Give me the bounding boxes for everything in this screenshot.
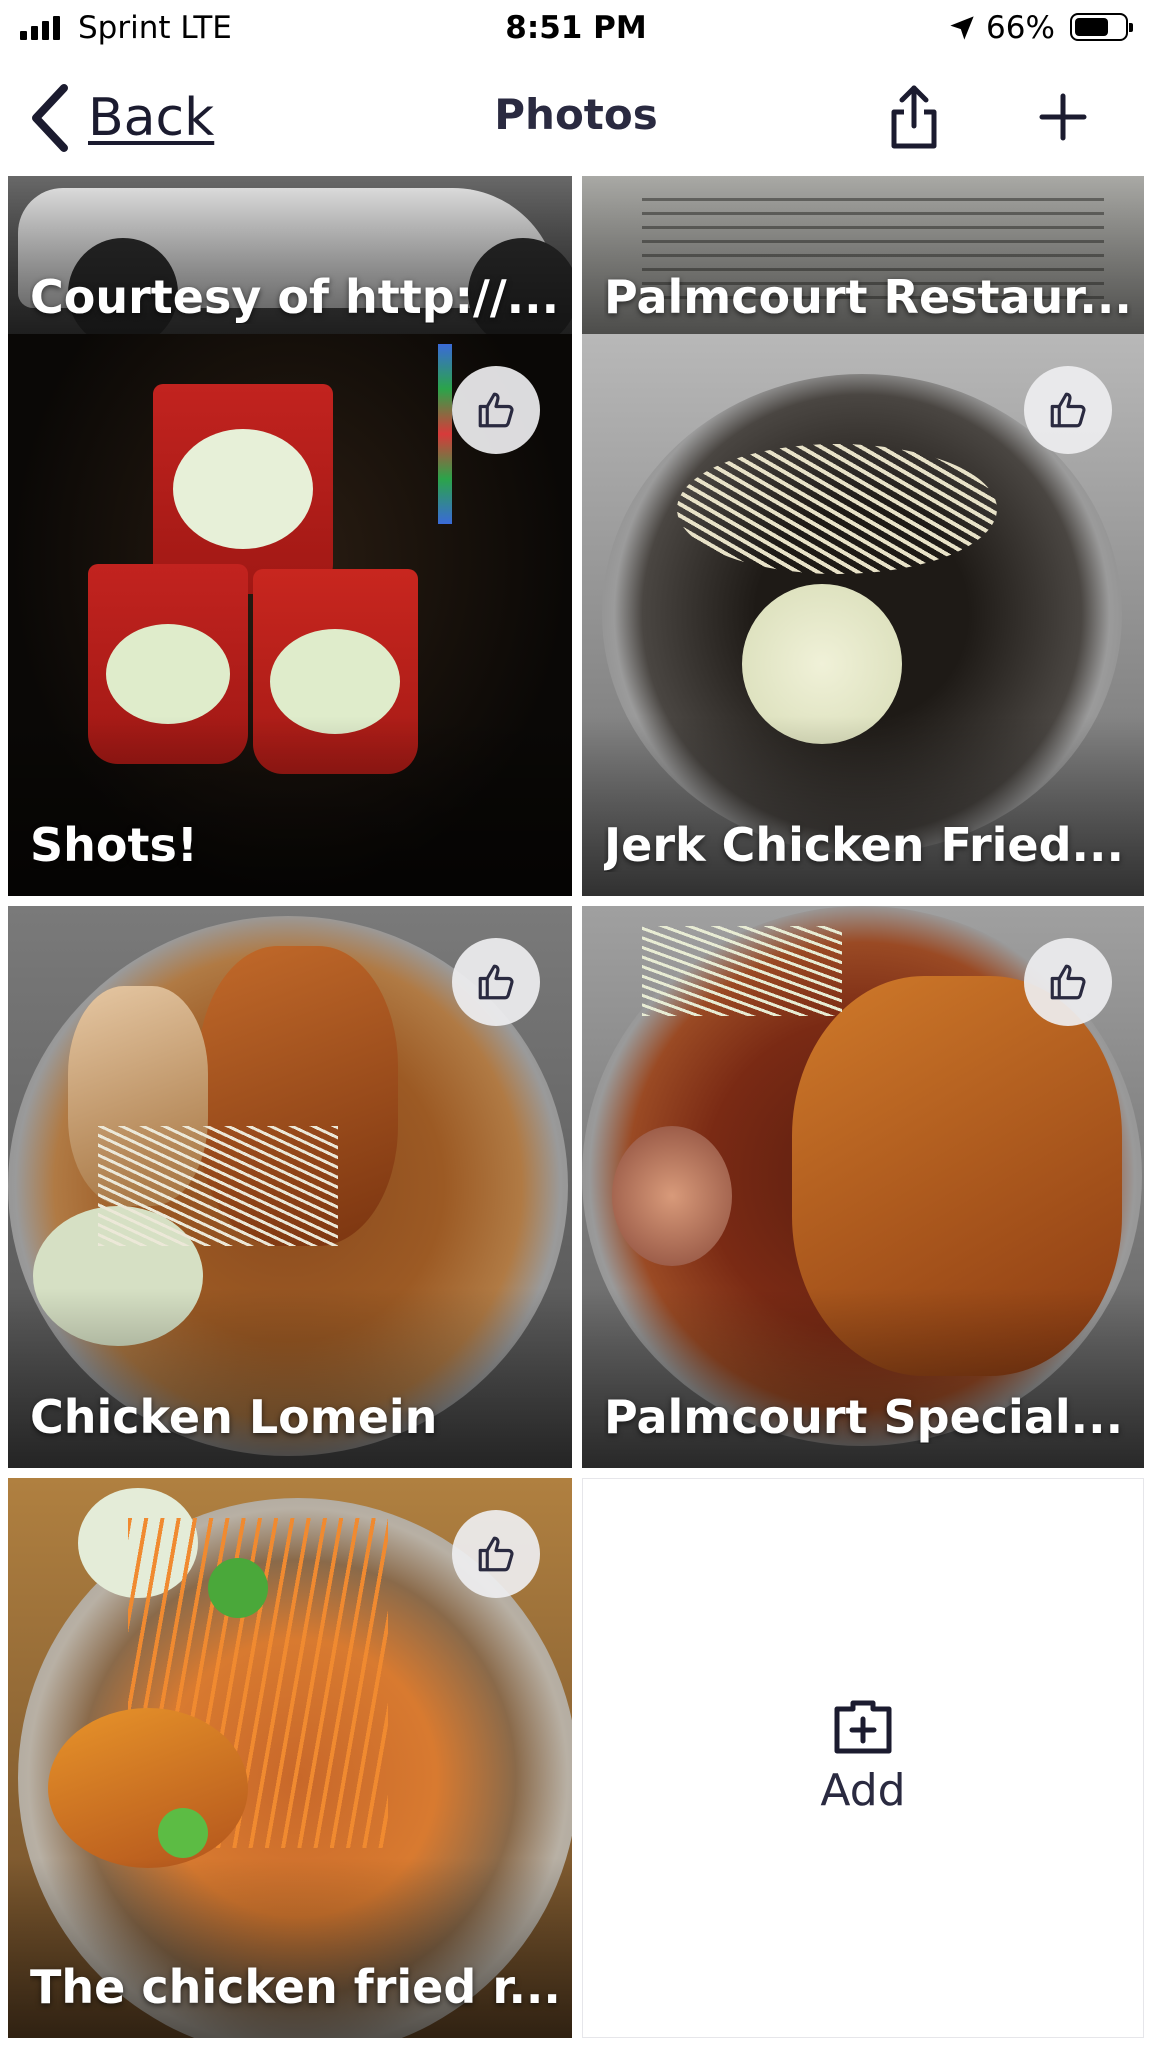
share-icon[interactable] [886,82,942,152]
status-bar: Sprint LTE 8:51 PM 66% [0,0,1152,60]
photo-caption: Palmcourt Restaur... [604,270,1132,324]
thumbs-up-icon [478,1536,514,1572]
battery-percentage: 66% [986,10,1055,46]
add-photo-plus-icon[interactable] [1038,92,1088,142]
location-arrow-icon [950,16,974,40]
photo-caption: Shots! [30,818,198,872]
thumbs-up-icon [478,392,514,428]
status-time: 8:51 PM [505,10,647,46]
photo-grid: Courtesy of http://... Palmcourt Restaur… [0,176,1152,2048]
photo-caption: Courtesy of http://... [30,270,560,324]
photo-tile[interactable]: Jerk Chicken Fried... [582,334,1144,896]
photo-tile[interactable]: Shots! [8,334,572,896]
photo-tile[interactable]: Chicken Lomein [8,906,572,1468]
add-photo-label: Add [820,1765,906,1816]
add-photo-icon [834,1700,892,1754]
like-button[interactable] [452,366,540,454]
photo-caption: Palmcourt Special... [604,1390,1124,1444]
navigation-bar: Back Photos [0,60,1152,176]
photo-caption: The chicken fried r... [30,1960,560,2014]
like-button[interactable] [452,938,540,1026]
photo-caption: Chicken Lomein [30,1390,438,1444]
photo-tile[interactable]: The chicken fried r... [8,1478,572,2038]
like-button[interactable] [1024,366,1112,454]
battery-icon [1070,13,1133,41]
photo-tile[interactable]: Palmcourt Restaur... [582,176,1144,348]
like-button[interactable] [452,1510,540,1598]
thumbs-up-icon [478,964,514,1000]
thumbs-up-icon [1050,964,1086,1000]
like-button[interactable] [1024,938,1112,1026]
photo-tile[interactable]: Courtesy of http://... [8,176,572,348]
thumbs-up-icon [1050,392,1086,428]
add-photo-tile[interactable]: Add [582,1478,1144,2038]
photo-caption: Jerk Chicken Fried... [604,818,1124,872]
photo-tile[interactable]: Palmcourt Special... [582,906,1144,1468]
page-title: Photos [494,90,658,139]
